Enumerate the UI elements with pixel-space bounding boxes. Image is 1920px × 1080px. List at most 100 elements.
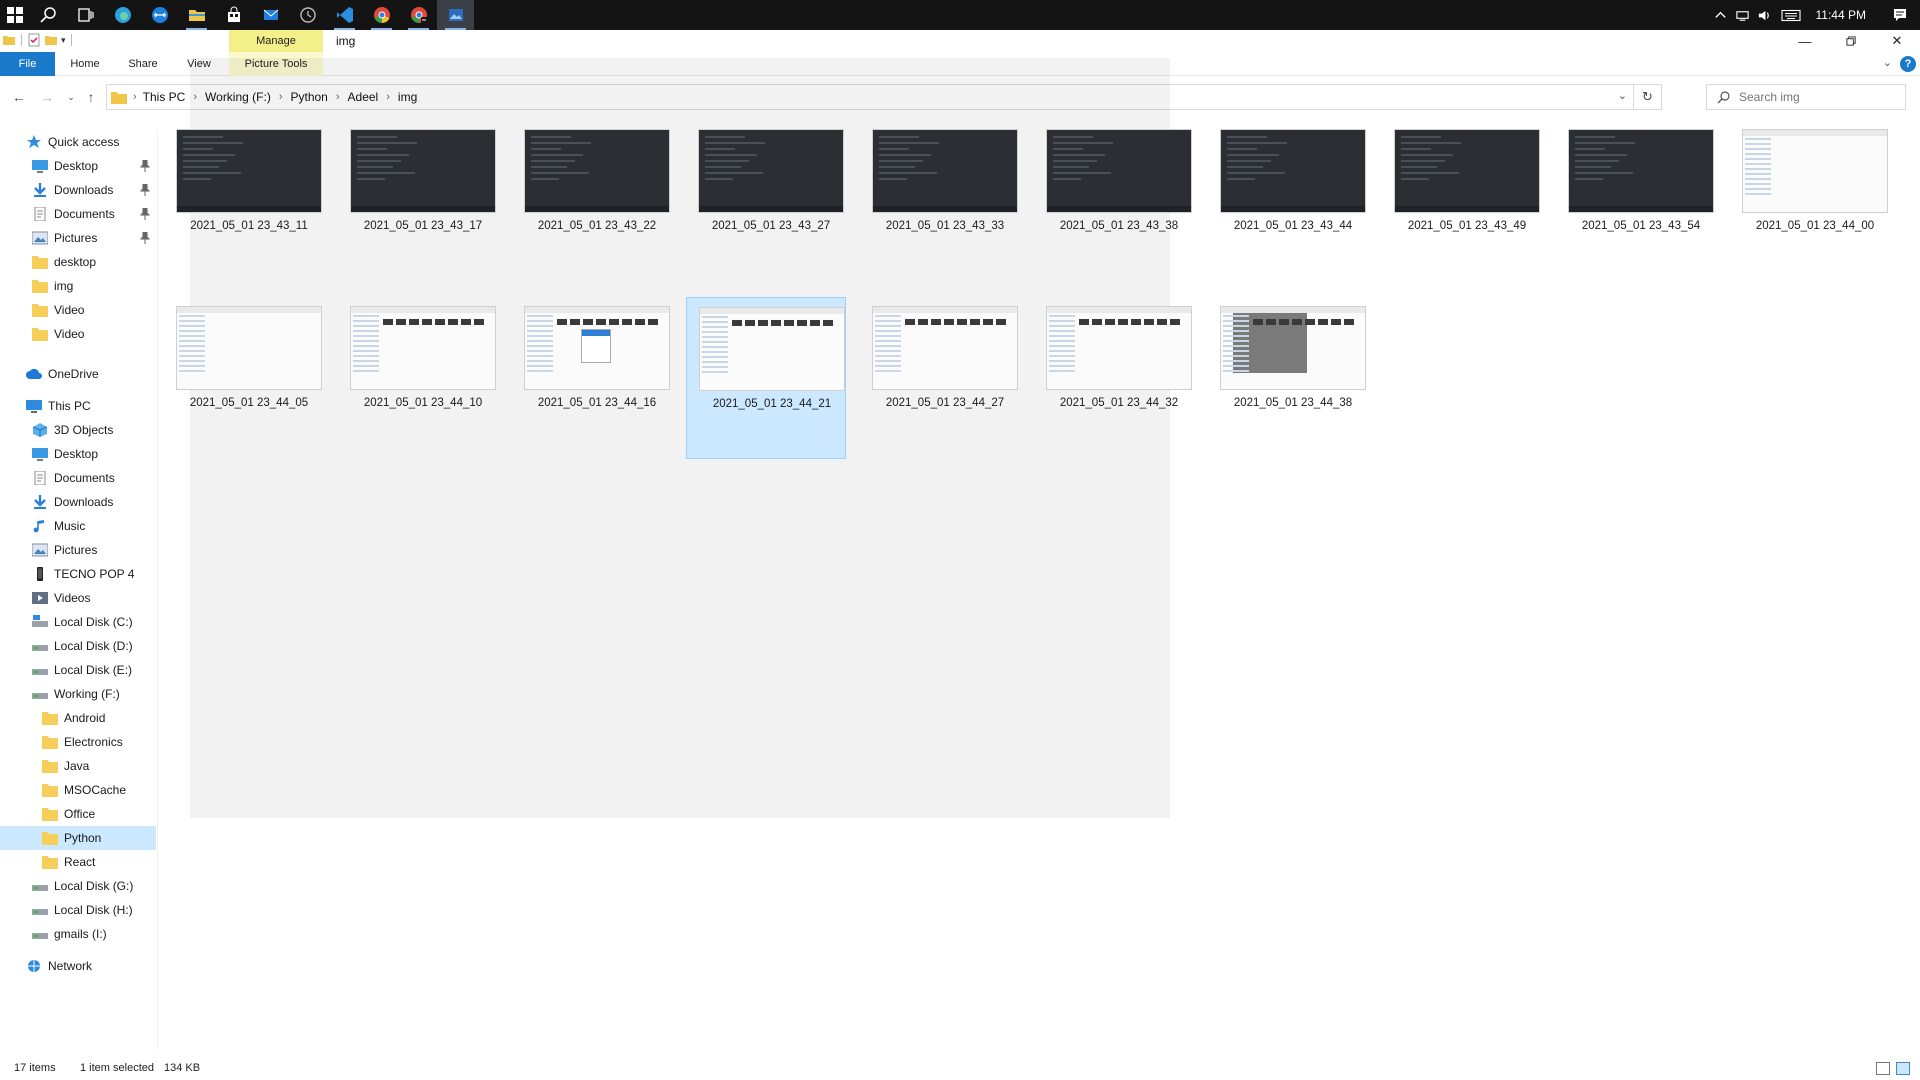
nav-item[interactable]: Music (0, 514, 156, 538)
file-thumbnail[interactable]: 2021_05_01 23_43_33 (860, 120, 1020, 282)
nav-item[interactable]: gmails (I:) (0, 922, 156, 946)
nav-onedrive[interactable]: OneDrive (0, 362, 156, 386)
minimize-icon[interactable]: — (1782, 30, 1828, 52)
tray-chevron-up-icon[interactable] (1710, 0, 1732, 30)
file-thumbnail[interactable]: 2021_05_01 23_43_54 (1556, 120, 1716, 282)
nav-item[interactable]: Electronics (0, 730, 156, 754)
nav-item[interactable]: Pictures (0, 538, 156, 562)
nav-item[interactable]: Local Disk (D:) (0, 634, 156, 658)
nav-item[interactable]: Local Disk (C:) (0, 610, 156, 634)
chrome-canary-icon[interactable] (400, 0, 437, 30)
pin-icon[interactable] (140, 232, 150, 244)
store-icon[interactable] (215, 0, 252, 30)
nav-item[interactable]: Video (0, 298, 156, 322)
tab-view[interactable]: View (176, 52, 222, 76)
back-arrow-icon[interactable]: ← (10, 88, 28, 106)
breadcrumb-item[interactable]: This PC (143, 90, 186, 104)
nav-item[interactable]: img (0, 274, 156, 298)
file-thumbnail[interactable]: 2021_05_01 23_44_16 (512, 297, 672, 459)
nav-item[interactable]: Android (0, 706, 156, 730)
tab-file[interactable]: File (0, 52, 55, 76)
address-bar[interactable]: › This PC › Working (F:) › Python › Adeel › img … (106, 84, 1662, 110)
qat-dropdown-icon[interactable]: ▾ (61, 35, 66, 46)
nav-network[interactable]: Network (0, 954, 156, 978)
file-thumbnail[interactable]: 2021_05_01 23_43_22 (512, 120, 672, 282)
tab-home[interactable]: Home (63, 52, 107, 76)
nav-item[interactable]: Local Disk (G:) (0, 874, 156, 898)
breadcrumb-item[interactable]: Working (F:) (205, 90, 271, 104)
pin-icon[interactable] (140, 160, 150, 172)
tab-share[interactable]: Share (119, 52, 167, 76)
task-view-icon[interactable] (67, 0, 104, 30)
file-thumbnail[interactable]: 2021_05_01 23_44_10 (338, 297, 498, 459)
forward-arrow-icon[interactable]: → (38, 88, 56, 106)
file-thumbnail[interactable]: 2021_05_01 23_43_38 (1034, 120, 1194, 282)
recent-locations-icon[interactable]: ⌄ (62, 88, 80, 106)
breadcrumb-chevron-icon[interactable]: › (336, 91, 340, 103)
nav-item[interactable]: Documents (0, 466, 156, 490)
nav-item[interactable]: Office (0, 802, 156, 826)
edge-icon[interactable] (104, 0, 141, 30)
chrome-icon[interactable] (363, 0, 400, 30)
nav-item[interactable]: Local Disk (H:) (0, 898, 156, 922)
nav-item[interactable]: Videos (0, 586, 156, 610)
file-thumbnail[interactable]: 2021_05_01 23_44_32 (1034, 297, 1194, 459)
pin-icon[interactable] (140, 184, 150, 196)
taskbar-clock[interactable]: 11:44 PM (1806, 8, 1880, 22)
nav-item[interactable]: Working (F:) (0, 682, 156, 706)
address-dropdown-icon[interactable]: ⌄ (1618, 89, 1627, 102)
breadcrumb-item[interactable]: Python (291, 90, 328, 104)
clock-app-icon[interactable] (289, 0, 326, 30)
mail-icon[interactable] (252, 0, 289, 30)
pin-icon[interactable] (140, 208, 150, 220)
new-folder-icon[interactable] (44, 33, 58, 47)
search-icon[interactable] (30, 0, 67, 30)
file-thumbnail[interactable]: 2021_05_01 23_44_21 (686, 297, 846, 459)
crumb-root-chevron-icon[interactable]: › (133, 91, 137, 103)
breadcrumb-chevron-icon[interactable]: › (279, 91, 283, 103)
breadcrumb-chevron-icon[interactable]: › (386, 91, 390, 103)
nav-item[interactable]: MSOCache (0, 778, 156, 802)
nav-item[interactable]: Downloads (0, 178, 156, 202)
action-center-icon[interactable] (1880, 0, 1920, 30)
vscode-icon[interactable] (326, 0, 363, 30)
tab-picture-tools[interactable]: Picture Tools (229, 52, 323, 76)
nav-item[interactable]: TECNO POP 4 (0, 562, 156, 586)
file-thumbnail[interactable]: 2021_05_01 23_44_27 (860, 297, 1020, 459)
photos-icon[interactable] (437, 0, 474, 30)
expand-ribbon-icon[interactable]: ⌄ (1883, 56, 1892, 69)
breadcrumb-chevron-icon[interactable]: › (193, 91, 197, 103)
nav-item[interactable]: Python (0, 826, 156, 850)
nav-item[interactable]: Desktop (0, 154, 156, 178)
nav-item[interactable]: Documents (0, 202, 156, 226)
file-thumbnail[interactable]: 2021_05_01 23_44_38 (1208, 297, 1368, 459)
teamviewer-icon[interactable] (141, 0, 178, 30)
nav-item[interactable]: React (0, 850, 156, 874)
tab-manage[interactable]: Manage (229, 30, 323, 52)
file-thumbnail[interactable]: 2021_05_01 23_44_00 (1730, 120, 1890, 282)
restore-icon[interactable] (1828, 30, 1874, 52)
windows-start-icon[interactable] (0, 0, 30, 30)
keyboard-icon[interactable] (1776, 0, 1806, 30)
up-arrow-icon[interactable]: ↑ (82, 88, 100, 106)
search-input[interactable] (1739, 90, 1899, 104)
file-thumbnail[interactable]: 2021_05_01 23_44_05 (164, 297, 324, 459)
nav-item[interactable]: Downloads (0, 490, 156, 514)
help-icon[interactable]: ? (1900, 56, 1916, 72)
details-view-icon[interactable] (1876, 1062, 1890, 1075)
breadcrumb-item[interactable]: img (398, 90, 417, 104)
file-thumbnail[interactable]: 2021_05_01 23_43_17 (338, 120, 498, 282)
nav-item[interactable]: Pictures (0, 226, 156, 250)
file-explorer-icon[interactable] (178, 0, 215, 30)
network-icon[interactable] (1732, 0, 1754, 30)
large-icons-view-icon[interactable] (1896, 1062, 1910, 1075)
search-box[interactable] (1706, 84, 1906, 110)
nav-this-pc[interactable]: This PC (0, 394, 156, 418)
nav-item[interactable]: 3D Objects (0, 418, 156, 442)
nav-item[interactable]: Java (0, 754, 156, 778)
close-icon[interactable]: ✕ (1874, 30, 1920, 52)
properties-icon[interactable] (27, 33, 41, 47)
file-thumbnail[interactable]: 2021_05_01 23_43_11 (164, 120, 324, 282)
file-thumbnail[interactable]: 2021_05_01 23_43_27 (686, 120, 846, 282)
breadcrumb-item[interactable]: Adeel (348, 90, 379, 104)
